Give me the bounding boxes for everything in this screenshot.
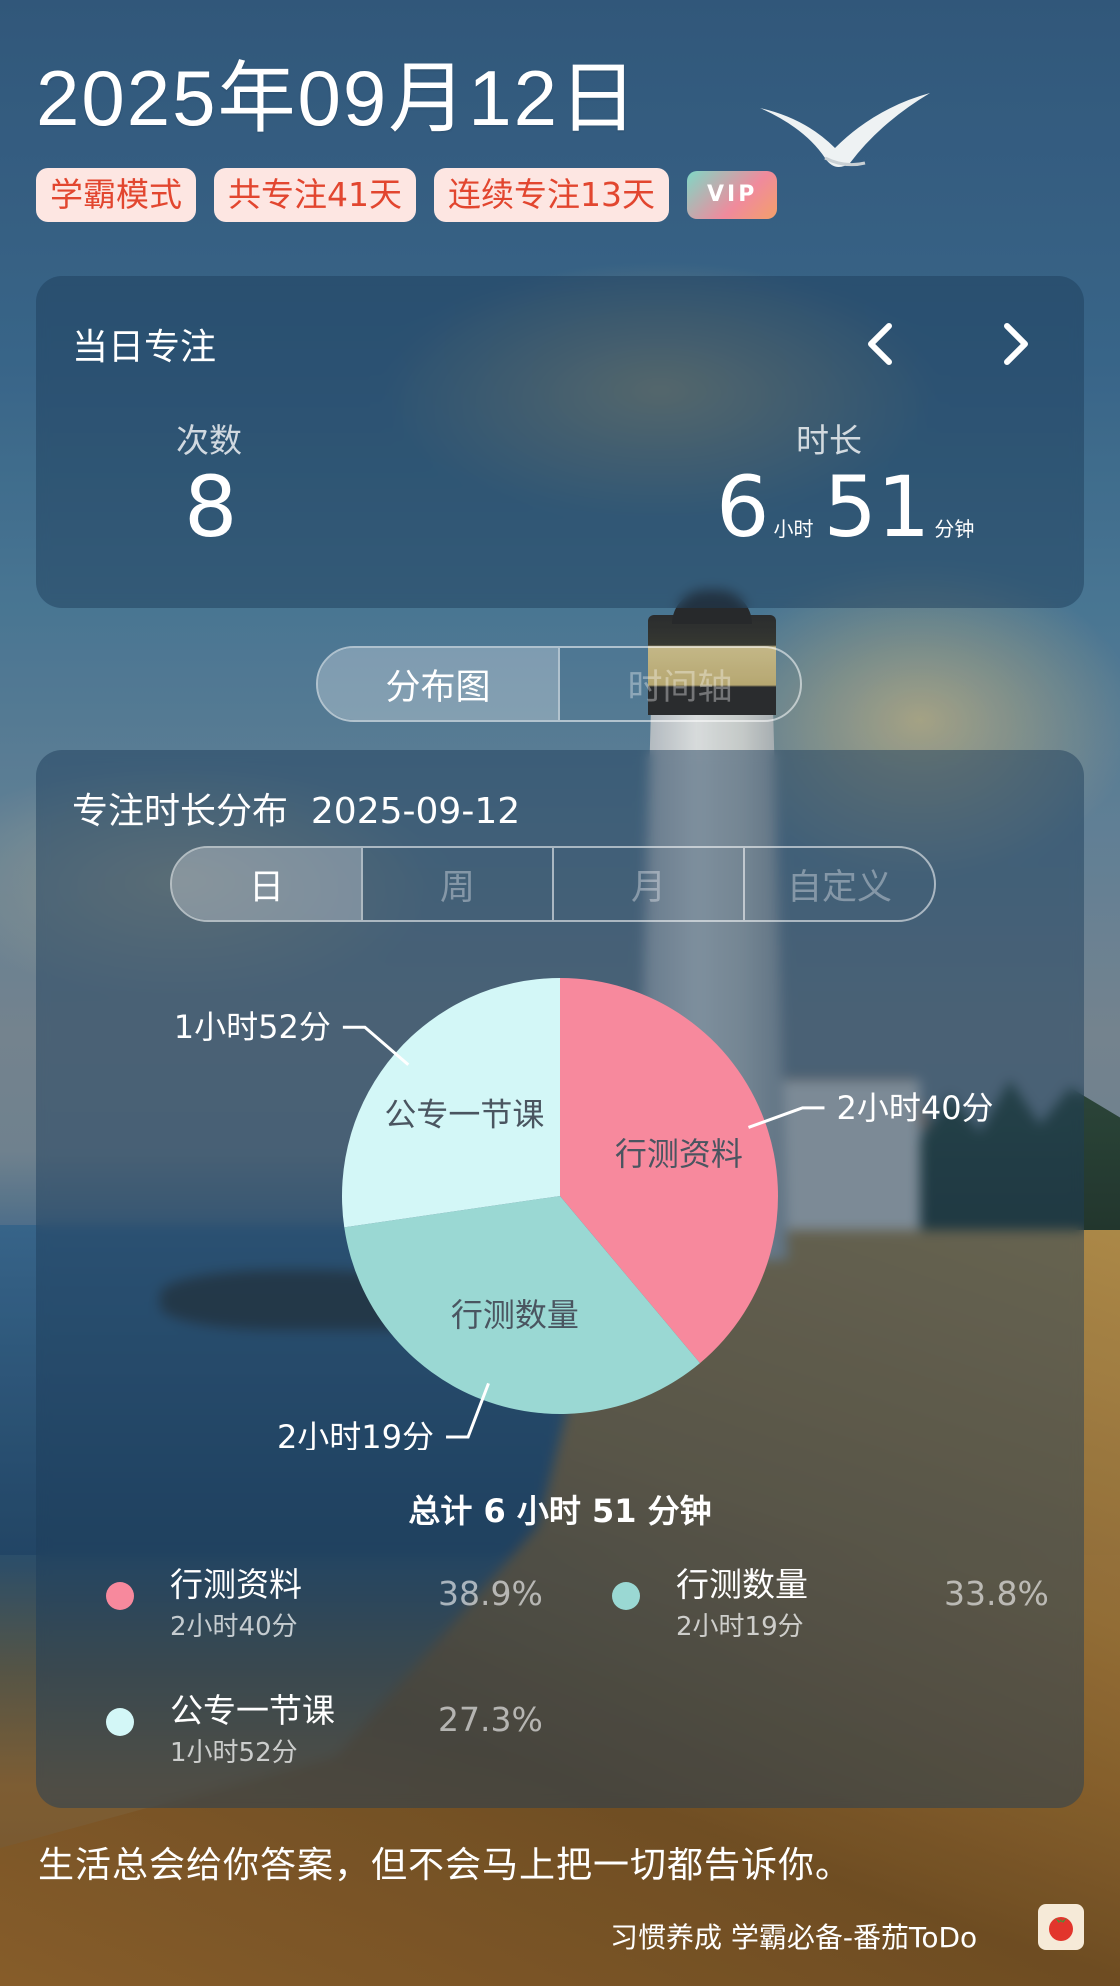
mode-badge[interactable]: 学霸模式: [36, 168, 196, 222]
legend-dot: [106, 1582, 134, 1610]
duration-hours: 6: [716, 458, 770, 556]
count-label: 次数: [176, 421, 242, 460]
legend-dot: [612, 1582, 640, 1610]
pie-chart: 行测资料 2小时40分行测数量 2小时19分 公专一节课 1小时52分: [174, 977, 994, 1450]
chevron-left-icon[interactable]: [850, 314, 910, 374]
legend-duration: 1小时52分: [170, 1738, 298, 1768]
vip-badge[interactable]: VIP: [687, 171, 778, 219]
daily-focus-title: 当日专注: [72, 327, 217, 368]
hours-unit: 小时: [773, 517, 814, 541]
total-duration: 总计 6 小时 51 分钟: [408, 1492, 712, 1530]
duration-label: 时长: [796, 421, 862, 460]
chevron-right-icon[interactable]: [986, 314, 1046, 374]
motivational-quote: 生活总会给你答案，但不会马上把一切都告诉你。: [38, 1845, 853, 1886]
slice-value-label: 2小时19分: [277, 1418, 434, 1450]
slice-value-label: 2小时40分: [836, 1089, 993, 1127]
page-title-date: 2025年09月12日: [36, 54, 640, 142]
legend-name: 公专一节课: [170, 1691, 335, 1730]
duration-minutes: 51: [823, 458, 931, 556]
daily-focus-card: 当日专注 次数 8 时长 6 小时 51 分钟: [36, 276, 1084, 608]
distribution-card: 专注时长分布 2025-09-12 日 周 月 自定义 行测资料 2小时40分 行测…: [36, 750, 1084, 1808]
tab-timeline[interactable]: 时间轴: [558, 648, 800, 720]
view-toggle: 分布图 时间轴: [316, 646, 802, 722]
legend-name: 行测资料: [170, 1565, 302, 1604]
count-value: 8: [184, 458, 238, 556]
legend-duration: 2小时40分: [170, 1612, 298, 1642]
minutes-unit: 分钟: [934, 517, 975, 541]
slice-label: 行测资料: [615, 1135, 743, 1173]
slice-label: 公专一节课: [384, 1095, 544, 1133]
legend-dot: [106, 1708, 134, 1736]
legend-name: 行测数量: [676, 1565, 808, 1604]
legend-duration: 2小时19分: [676, 1612, 804, 1642]
total-days-badge: 共专注41天: [214, 168, 416, 222]
duration-value: 6 小时 51 分钟: [716, 458, 984, 556]
streak-badge: 连续专注13天: [434, 168, 669, 222]
stats-tags: 学霸模式 共专注41天 连续专注13天 VIP: [36, 168, 778, 222]
legend-percent: 27.3%: [438, 1700, 543, 1739]
legend-percent: 33.8%: [944, 1574, 1049, 1613]
tab-distribution[interactable]: 分布图: [318, 648, 558, 720]
slice-label: 行测数量: [451, 1296, 579, 1334]
legend-percent: 38.9%: [438, 1574, 543, 1613]
tomato-icon: [1038, 1904, 1084, 1950]
brand-text: 习惯养成 学霸必备-番茄ToDo: [610, 1921, 978, 1954]
slice-value-label: 1小时52分: [174, 1008, 331, 1046]
seagull-illustration: [760, 93, 930, 167]
